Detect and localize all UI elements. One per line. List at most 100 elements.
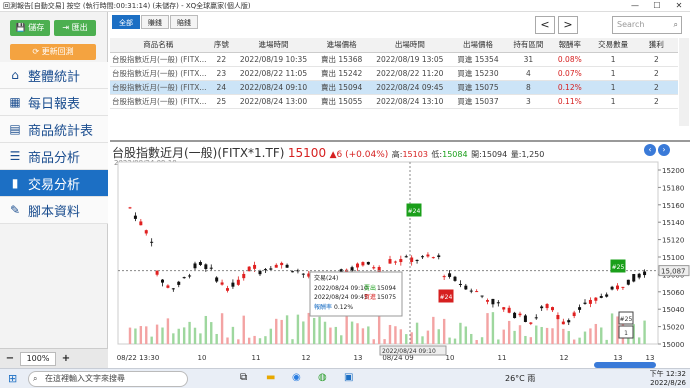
volume-bar — [567, 331, 570, 344]
table-row[interactable]: 台股指數近月(一般) (FITX... 23 2022/08/22 11:05 賣出 … — [110, 66, 678, 81]
tab-profit[interactable]: 賺錢 — [141, 15, 169, 29]
save-button[interactable]: 💾 儲存 — [10, 20, 50, 36]
candle-body — [421, 256, 424, 258]
taskbar-search-input[interactable]: ⌕ 在這裡輸入文字來搜尋 — [28, 371, 188, 387]
col-qty[interactable]: 交易數量 — [591, 38, 635, 53]
volume-bar — [150, 336, 153, 344]
export-button[interactable]: ⇥ 匯出 — [54, 20, 96, 36]
candle-body — [486, 300, 489, 302]
table-cell: 賣出 15242 — [310, 66, 373, 81]
candle-body — [637, 273, 641, 278]
volume-bar — [524, 335, 527, 344]
volume-bar — [258, 338, 262, 344]
edge-icon[interactable]: ◉ — [292, 372, 301, 383]
candle-body — [231, 282, 235, 287]
table-cell: 買進 15230 — [447, 66, 509, 81]
next-page-button[interactable]: > — [558, 16, 578, 34]
sidebar-item-overall[interactable]: ⌂ 整體統計 — [0, 62, 108, 89]
folder-icon[interactable]: ▬ — [266, 372, 275, 383]
volume-bar — [410, 332, 413, 344]
candle-body — [263, 269, 267, 271]
volume-bar — [215, 333, 218, 344]
minimize-icon[interactable]: — — [624, 0, 646, 12]
table-cell: 1 — [591, 52, 635, 67]
sidebar-item-script[interactable]: ✎ 腳本資料 — [0, 197, 108, 224]
table-row[interactable]: 台股指數近月(一般) (FITX... 22 2022/08/19 10:35 賣出 … — [110, 52, 678, 67]
volume-bar — [372, 339, 375, 344]
table-cell: 買進 15075 — [447, 80, 509, 95]
chrome-icon[interactable]: ◍ — [318, 372, 327, 383]
zoom-in-button[interactable]: + — [56, 349, 76, 369]
table-cell: 3 — [508, 94, 549, 109]
table-scrollbar[interactable] — [679, 38, 689, 126]
maximize-icon[interactable]: ☐ — [646, 0, 668, 12]
volume-bar — [166, 318, 170, 344]
table-row[interactable]: 台股指數近月(一般) (FITX... 24 2022/08/24 09:10 賣出 … — [110, 80, 678, 95]
candle-body — [285, 264, 289, 268]
col-exit-time[interactable]: 出場時間 — [372, 38, 448, 53]
tab-loss[interactable]: 賠錢 — [170, 15, 198, 29]
home-icon: ⌂ — [11, 68, 19, 82]
col-seq[interactable]: 序號 — [206, 38, 237, 53]
candle-body — [393, 261, 397, 263]
col-exit-price[interactable]: 出場價格 — [447, 38, 509, 53]
windows-start-icon[interactable]: ⊞ — [8, 372, 17, 385]
col-profit[interactable]: 獲利 — [634, 38, 678, 53]
candle-body — [621, 286, 625, 288]
col-entry-price[interactable]: 進場價格 — [310, 38, 373, 53]
main-panel: 全部 賺錢 賠錢 < > Search ⌕ 商品名稱 序號 進場時間 進場價格 … — [110, 12, 690, 368]
candle-body — [491, 298, 495, 305]
col-hold[interactable]: 持有區間 — [508, 38, 549, 53]
candle-body — [226, 288, 229, 291]
sidebar-item-trade-analysis[interactable]: ▮ 交易分析 — [0, 170, 108, 197]
xq-app-icon[interactable]: ▣ — [344, 372, 353, 383]
volume-bar — [291, 339, 294, 344]
volume-bar — [475, 339, 478, 344]
table-row[interactable]: 台股指數近月(一般) (FITX... 25 2022/08/24 13:00 賣出 … — [110, 94, 678, 109]
table-cell: 25 — [206, 94, 237, 109]
candle-body — [144, 230, 148, 234]
col-entry-time[interactable]: 進場時間 — [236, 38, 311, 53]
volume-bar — [589, 328, 592, 344]
volume-bar — [356, 323, 359, 344]
table-cell: 台股指數近月(一般) (FITX... — [110, 52, 207, 67]
volume-bar — [394, 326, 397, 344]
prev-page-button[interactable]: < — [535, 16, 555, 34]
candle-body — [643, 271, 647, 276]
close-icon[interactable]: ✕ — [668, 0, 690, 12]
sidebar-item-daily[interactable]: ▦ 每日報表 — [0, 89, 108, 116]
table-cell: 1 — [591, 94, 635, 109]
y-tick-label: 15140 — [662, 219, 684, 227]
candle-body — [220, 282, 224, 285]
candle-body — [507, 307, 511, 313]
volume-bar — [448, 337, 451, 344]
volume-bar — [513, 330, 516, 344]
tooltip-text: 買進 — [364, 293, 376, 301]
sidebar-item-product-analysis[interactable]: ☰ 商品分析 — [0, 143, 108, 170]
taskview-icon[interactable]: ⧉ — [240, 372, 247, 383]
tab-all[interactable]: 全部 — [112, 15, 140, 29]
candle-body — [399, 259, 403, 263]
candle-body — [561, 321, 565, 325]
volume-bar — [220, 313, 224, 344]
volume-bar — [367, 326, 370, 344]
table-cell: 台股指數近月(一般) (FITX... — [110, 66, 207, 81]
col-return[interactable]: 報酬率 — [548, 38, 592, 53]
candlestick-chart[interactable]: 1520015180151601514015120151001508015060… — [110, 142, 690, 368]
candle-body — [193, 263, 197, 269]
candle-body — [464, 285, 468, 290]
col-name[interactable]: 商品名稱 — [110, 38, 207, 53]
zoom-out-button[interactable]: − — [0, 349, 20, 369]
volume-bar — [188, 321, 191, 344]
search-input[interactable]: Search ⌕ — [612, 16, 682, 34]
sidebar-item-product-stats[interactable]: ▤ 商品統計表 — [0, 116, 108, 143]
search-icon: ⌕ — [673, 20, 678, 29]
volume-bar — [583, 331, 587, 344]
system-clock[interactable]: 下午 12:32 2022/8/26 — [650, 370, 686, 388]
crosshair-y-label: 15,087 — [661, 268, 686, 276]
table-cell: 8 — [508, 80, 549, 95]
volume-bar — [139, 326, 143, 344]
y-tick-label: 15120 — [662, 237, 684, 245]
volume-bar — [280, 319, 283, 344]
refresh-backtest-button[interactable]: ⟳ 更新回測 — [10, 44, 96, 60]
